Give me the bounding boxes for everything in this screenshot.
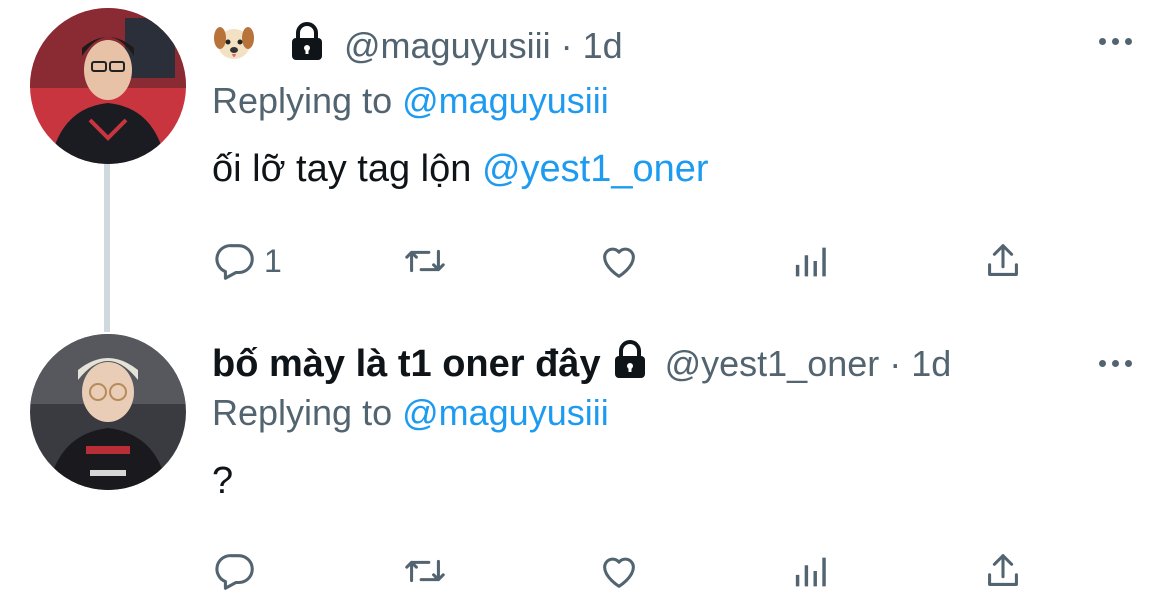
display-name[interactable]: bố mày là t1 oner đây [212, 343, 601, 386]
replying-to-mention[interactable]: @maguyusiii [402, 392, 609, 433]
handle[interactable]: @yest1_oner [665, 343, 880, 385]
avatar[interactable] [30, 8, 186, 164]
like-button[interactable] [596, 546, 642, 596]
lock-icon [288, 21, 326, 71]
more-dots-icon [1098, 359, 1132, 367]
reply-icon [215, 244, 254, 280]
tweet-text-mention[interactable]: @yest1_oner [482, 148, 709, 190]
time-separator: · [550, 25, 583, 66]
action-bar: 1 [212, 236, 1042, 286]
replying-to: Replying to @maguyusiii [212, 80, 609, 122]
tweet-header: bố mày là t1 oner đây @yest1_oner · 1d [212, 336, 951, 392]
like-button[interactable] [596, 236, 642, 286]
tweet-text-plain: ? [212, 460, 234, 502]
analytics-icon [795, 247, 826, 277]
retweet-button[interactable] [402, 546, 448, 596]
share-button[interactable] [980, 236, 1026, 286]
replying-prefix: Replying to [212, 392, 403, 433]
retweet-icon [405, 249, 445, 273]
share-icon [988, 554, 1018, 586]
avatar-photo [30, 8, 186, 164]
avatar[interactable] [30, 334, 186, 490]
tweet-text: ối lỡ tay tag lộn @yest1_oner [212, 148, 709, 191]
share-button[interactable] [980, 546, 1026, 596]
more-options-button[interactable] [1090, 26, 1140, 56]
reply-icon [215, 554, 254, 590]
reply-button[interactable]: 1 [212, 236, 282, 286]
tweet-2[interactable]: bố mày là t1 oner đây @yest1_oner · 1d R… [0, 320, 1170, 615]
replying-to-mention[interactable]: @maguyusiii [402, 80, 609, 121]
analytics-icon [795, 557, 826, 587]
lock-icon [611, 339, 649, 389]
timestamp[interactable]: 1d [583, 25, 623, 67]
retweet-icon [405, 559, 445, 583]
retweet-button[interactable] [402, 236, 448, 286]
tweet-text: ? [212, 460, 233, 503]
more-dots-icon [1098, 37, 1132, 45]
tweet-header: @maguyusiii · 1d [212, 18, 623, 74]
handle[interactable]: @maguyusiii [344, 25, 551, 67]
analytics-button[interactable] [788, 546, 834, 596]
share-icon [988, 244, 1018, 276]
time-separator: · [879, 343, 912, 384]
tweet-1[interactable]: @maguyusiii · 1d Replying to @maguyusiii… [0, 0, 1170, 332]
replying-to: Replying to @maguyusiii [212, 392, 609, 434]
analytics-button[interactable] [788, 236, 834, 286]
avatar-photo [30, 334, 186, 490]
heart-icon [603, 557, 635, 588]
heart-icon [603, 247, 635, 278]
reply-button[interactable] [212, 546, 264, 596]
puppy-emoji-icon [212, 20, 256, 73]
timestamp[interactable]: 1d [911, 343, 951, 385]
tweet-text-plain: ối lỡ tay tag lộn [212, 148, 482, 190]
more-options-button[interactable] [1090, 348, 1140, 378]
reply-count: 1 [264, 242, 282, 279]
replying-prefix: Replying to [212, 80, 403, 121]
thread-line [104, 164, 110, 332]
action-bar [212, 546, 1042, 596]
